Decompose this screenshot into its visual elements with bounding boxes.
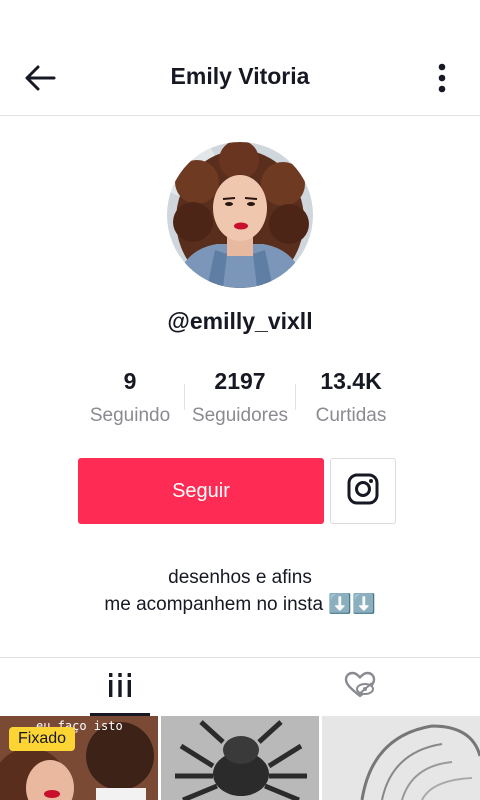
- top-bar: Emily Vitoria: [0, 40, 480, 116]
- following-label: Seguindo: [89, 405, 171, 426]
- grid-icon: [108, 672, 132, 703]
- hidden-likes-icon: [344, 671, 376, 704]
- profile-stats: 9 Seguindo 2197 Seguidores 13.4K Curtida…: [78, 366, 396, 432]
- video-grid: eu faço isto Fixado: [0, 716, 480, 800]
- bio-line: me acompanhem no insta ⬇️⬇️: [104, 594, 376, 615]
- followers-count: 2197: [214, 368, 266, 394]
- bio-line: desenhos e afins: [168, 567, 312, 588]
- tab-liked[interactable]: [240, 658, 480, 716]
- avatar[interactable]: [167, 142, 313, 288]
- tab-videos[interactable]: [0, 658, 240, 716]
- more-options-icon[interactable]: [428, 60, 456, 96]
- stat-likes: 13.4K Curtidas: [296, 366, 406, 428]
- followers-label: Seguidores: [191, 405, 289, 426]
- content-tabs: [0, 657, 480, 717]
- page-title: Emily Vitoria: [170, 63, 310, 89]
- following-count: 9: [123, 368, 137, 394]
- video-thumbnail[interactable]: [161, 716, 319, 800]
- likes-label: Curtidas: [315, 405, 387, 426]
- likes-count: 13.4K: [320, 368, 382, 394]
- stat-followers[interactable]: 2197 Seguidores: [185, 366, 295, 428]
- follow-button[interactable]: Seguir: [78, 458, 324, 524]
- pinned-badge: Fixado: [9, 727, 76, 751]
- instagram-icon: [347, 473, 379, 510]
- profile-bio: desenhos e afins me acompanhem no insta …: [0, 564, 480, 618]
- video-thumbnail[interactable]: [322, 716, 480, 800]
- video-thumbnail[interactable]: eu faço isto Fixado: [0, 716, 158, 800]
- stat-following[interactable]: 9 Seguindo: [75, 366, 185, 428]
- instagram-button[interactable]: [330, 458, 396, 524]
- profile-username: @emilly_vixll: [167, 308, 313, 334]
